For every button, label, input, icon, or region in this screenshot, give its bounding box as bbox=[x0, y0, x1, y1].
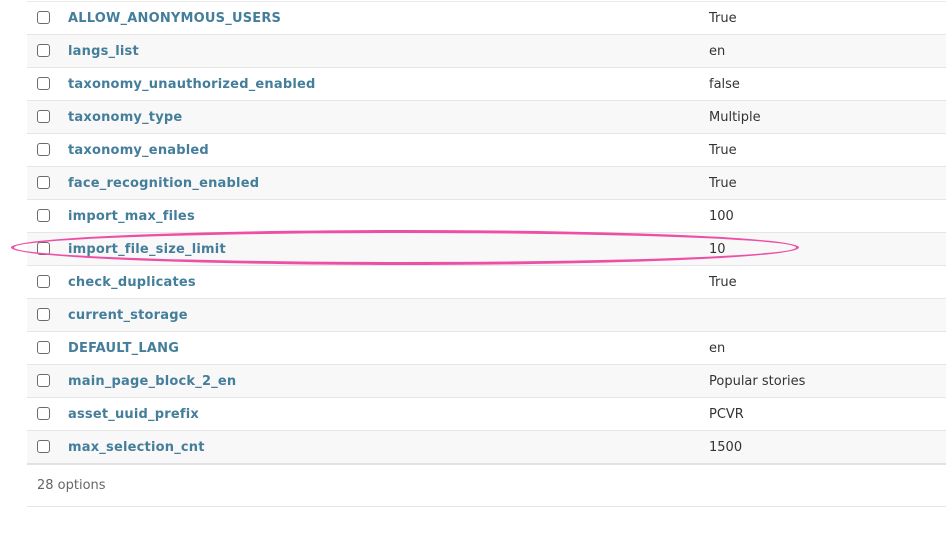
row-checkbox[interactable] bbox=[37, 242, 50, 255]
option-value: True bbox=[709, 274, 737, 290]
option-value: True bbox=[709, 142, 737, 158]
row-checkbox[interactable] bbox=[37, 308, 50, 321]
row-checkbox[interactable] bbox=[37, 440, 50, 453]
option-name-link[interactable]: import_file_size_limit bbox=[68, 242, 226, 257]
option-name-link[interactable]: DEFAULT_LANG bbox=[68, 341, 179, 356]
option-name-link[interactable]: max_selection_cnt bbox=[68, 440, 205, 455]
row-checkbox[interactable] bbox=[37, 275, 50, 288]
option-value: en bbox=[709, 43, 726, 59]
option-name-link[interactable]: langs_list bbox=[68, 44, 139, 59]
table-row: taxonomy_unauthorized_enabled false bbox=[27, 68, 946, 101]
table-row: taxonomy_enabled True bbox=[27, 134, 946, 167]
option-value: 100 bbox=[709, 208, 734, 224]
row-checkbox[interactable] bbox=[37, 110, 50, 123]
table-row: current_storage bbox=[27, 299, 946, 332]
option-value: Popular stories bbox=[709, 373, 806, 389]
table-row: DEFAULT_LANG en bbox=[27, 332, 946, 365]
row-checkbox[interactable] bbox=[37, 341, 50, 354]
table-row: max_selection_cnt 1500 bbox=[27, 431, 946, 465]
row-checkbox[interactable] bbox=[37, 77, 50, 90]
table-row: taxonomy_type Multiple bbox=[27, 101, 946, 134]
option-value: 10 bbox=[709, 241, 726, 257]
table-row: check_duplicates True bbox=[27, 266, 946, 299]
option-name-link[interactable]: current_storage bbox=[68, 308, 188, 323]
option-name-link[interactable]: taxonomy_unauthorized_enabled bbox=[68, 77, 316, 92]
option-name-link[interactable]: main_page_block_2_en bbox=[68, 374, 236, 389]
table-row: langs_list en bbox=[27, 35, 946, 68]
table-row: import_file_size_limit 10 bbox=[27, 233, 946, 266]
option-value: false bbox=[709, 76, 740, 92]
option-name-link[interactable]: import_max_files bbox=[68, 209, 195, 224]
option-name-link[interactable]: asset_uuid_prefix bbox=[68, 407, 199, 422]
row-checkbox[interactable] bbox=[37, 44, 50, 57]
option-value: Multiple bbox=[709, 109, 761, 125]
table-row: face_recognition_enabled True bbox=[27, 167, 946, 200]
option-value: True bbox=[709, 10, 737, 26]
row-checkbox[interactable] bbox=[37, 407, 50, 420]
option-value: en bbox=[709, 340, 726, 356]
row-checkbox[interactable] bbox=[37, 11, 50, 24]
options-table: ALLOW_ANONYMOUS_USERS True langs_list en t… bbox=[27, 1, 946, 465]
table-row: main_page_block_2_en Popular stories bbox=[27, 365, 946, 398]
table-row: asset_uuid_prefix PCVR bbox=[27, 398, 946, 431]
options-count: 28 options bbox=[37, 478, 106, 493]
option-name-link[interactable]: ALLOW_ANONYMOUS_USERS bbox=[68, 11, 281, 26]
table-row: import_max_files 100 bbox=[27, 200, 946, 233]
row-checkbox[interactable] bbox=[37, 176, 50, 189]
row-checkbox[interactable] bbox=[37, 143, 50, 156]
option-name-link[interactable]: taxonomy_enabled bbox=[68, 143, 209, 158]
option-name-link[interactable]: check_duplicates bbox=[68, 275, 196, 290]
option-name-link[interactable]: face_recognition_enabled bbox=[68, 176, 259, 191]
results-footer: 28 options bbox=[27, 465, 946, 507]
row-checkbox[interactable] bbox=[37, 374, 50, 387]
option-value: True bbox=[709, 175, 737, 191]
option-name-link[interactable]: taxonomy_type bbox=[68, 110, 182, 125]
table-row: ALLOW_ANONYMOUS_USERS True bbox=[27, 2, 946, 35]
option-value: PCVR bbox=[709, 406, 744, 422]
option-value: 1500 bbox=[709, 439, 743, 455]
row-checkbox[interactable] bbox=[37, 209, 50, 222]
